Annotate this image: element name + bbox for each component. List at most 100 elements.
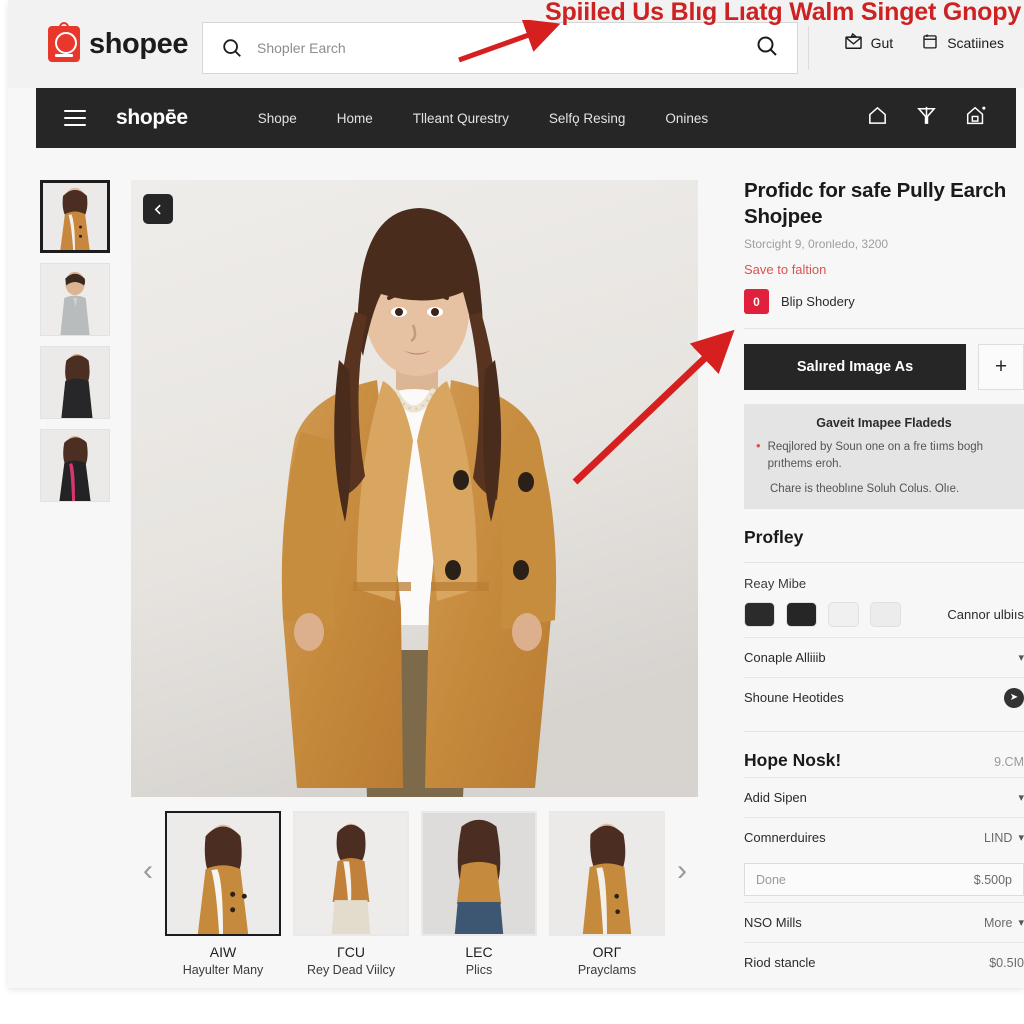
carousel-item[interactable]: AIW Hayulter Many (165, 811, 281, 977)
quantity-amount: $.500p (973, 872, 1012, 887)
color-swatch[interactable] (828, 602, 859, 628)
nav-link-home[interactable]: Home (337, 111, 373, 126)
carousel-items: AIW Hayulter Many ΓCU Rey Dead Viilcy LE… (165, 811, 665, 977)
carousel-item[interactable]: ΓCU Rey Dead Viilcy (293, 811, 409, 977)
carousel-item[interactable]: LEC Plics (421, 811, 537, 977)
search-icon (221, 37, 243, 59)
add-button[interactable]: + (978, 344, 1024, 391)
offer-row-nso-mills[interactable]: NSO Mills More ▾ (744, 902, 1024, 942)
home-icon[interactable] (866, 104, 889, 132)
shopee-logo[interactable]: shopee (48, 22, 189, 62)
hamburger-icon[interactable] (64, 110, 86, 126)
divider (744, 328, 1024, 330)
image-details-infobox: Gaveit Imapee Fladeds • Reqjlored by Sou… (744, 404, 1024, 510)
offer-row-riod-stancle[interactable]: Riod stancle $0.5I0 (744, 942, 1024, 982)
chevron-down-icon: ▾ (1018, 792, 1024, 805)
cart-house-icon[interactable] (964, 104, 988, 133)
color-option-label: Reay Mibe (744, 576, 807, 592)
offer-row-label: Comnerduires (744, 830, 826, 846)
clipboard-icon (921, 32, 939, 54)
offer-row-value: More (983, 915, 1013, 930)
nav-link-qurestry[interactable]: Tlleant Qurestry (413, 111, 509, 126)
offer-heading-value: 9.CM (994, 755, 1024, 770)
annotation-arrow-top (458, 20, 561, 63)
carousel-item-title: ΓCU (337, 944, 365, 960)
shopee-bag-icon (48, 22, 80, 62)
page-content: ‹ AIW Hayulter Many ΓCU Rey Dead Viilcy … (8, 148, 1024, 988)
carousel-next-button[interactable]: › (665, 811, 699, 931)
swatch-note: Cannor ulbiıs (947, 607, 1024, 623)
option-row-label: Conaple Alliiib (744, 650, 826, 666)
product-title: Profidc for safe Pully Earch Shojpee (744, 179, 1007, 229)
product-details-panel: Profidc for safe Pully Earch Shojpee Sto… (736, 162, 1024, 988)
save-to-collection-link[interactable]: Save to faltion (744, 262, 1024, 277)
infobox-note: Chare is theoblıne Soluh Colus. Olıe. (770, 483, 960, 496)
gallery-thumbnail[interactable] (40, 263, 110, 336)
carousel-item-title: LEC (465, 944, 493, 960)
nav-logo[interactable]: shopēe (116, 106, 188, 130)
chevron-down-icon: ▾ (1018, 917, 1024, 930)
offer-row-label: Riod stancle (744, 955, 816, 971)
carousel-item-subtitle: Plics (465, 963, 493, 977)
header-action-mail-label: Gut (870, 35, 894, 51)
header-action-mail[interactable]: Gut (844, 32, 894, 54)
option-row-shoune[interactable]: Shoune Heotides ➤ (744, 677, 1024, 717)
carousel-item[interactable]: ORΓ Prayclams (549, 811, 665, 977)
carousel-item-title: ORΓ (592, 944, 622, 960)
status-badge-label: Blip Shodery (781, 294, 855, 310)
divider (744, 562, 1024, 564)
nav-links: Shope Home Tlleant Qurestry Selfǫ Resing… (258, 111, 708, 126)
carousel-thumbnail (293, 811, 409, 936)
nav-link-shope[interactable]: Shope (258, 111, 297, 126)
offer-row-adid-sipen[interactable]: Adid Sipen ▾ (744, 777, 1024, 817)
carousel-item-subtitle: Rey Dead Viilcy (306, 963, 395, 977)
offer-row-value: LIND (983, 830, 1013, 845)
color-swatch-group: Cannor ulbiıs (744, 602, 1024, 628)
offer-row-label: Adid Sipen (744, 790, 807, 806)
offer-row-value: $0.5I0 (989, 955, 1024, 970)
save-image-as-button[interactable]: Salıred Image As (744, 344, 966, 391)
divider (744, 731, 1024, 733)
quantity-input-box[interactable]: Done $.500p (744, 863, 1024, 897)
offer-section-header: Hope Nosk! 9.CM (744, 750, 1024, 771)
annotation-text: Spiiled Us Blıg Lıatg Walm Singet Gnopy (545, 0, 1022, 26)
header-action-notes[interactable]: Scatiines (921, 32, 1004, 54)
header-actions: Gut Scatiines (844, 32, 1004, 54)
circle-arrow-icon[interactable]: ➤ (1004, 687, 1024, 708)
color-swatch[interactable] (786, 602, 817, 628)
gallery-thumbnail[interactable] (40, 180, 110, 253)
gallery-thumbnail[interactable] (40, 429, 110, 502)
chevron-down-icon: ▾ (1018, 832, 1024, 845)
color-swatch[interactable] (870, 602, 901, 628)
gallery-prev-button[interactable] (143, 194, 173, 224)
nav-link-resing[interactable]: Selfǫ Resing (549, 111, 626, 126)
product-subtitle: Storcight 9, 0ronledo, 3200 (744, 237, 889, 252)
product-badge-row: 0 Blip Shodery (744, 289, 1024, 315)
funnel-icon[interactable] (915, 104, 938, 132)
color-swatch[interactable] (744, 602, 775, 628)
offer-heading: Hope Nosk! (744, 750, 842, 771)
page-root: shopee Shopler Earch Gut Scatiines shopē… (0, 0, 1024, 1024)
nav-link-onines[interactable]: Onines (665, 111, 708, 126)
chevron-down-icon: ▾ (1018, 652, 1024, 665)
quantity-placeholder: Done (756, 872, 786, 887)
related-products-carousel: ‹ AIW Hayulter Many ΓCU Rey Dead Viilcy … (131, 811, 699, 977)
option-row-conaple[interactable]: Conaple Alliiib ▾ (744, 637, 1024, 677)
carousel-prev-button[interactable]: ‹ (131, 811, 165, 931)
carousel-thumbnail (165, 811, 281, 936)
cta-row: Salıred Image As + (744, 344, 1024, 391)
carousel-thumbnail (421, 811, 537, 936)
mail-icon (844, 32, 863, 54)
header-action-notes-label: Scatiines (947, 35, 1004, 51)
carousel-item-subtitle: Hayulter Many (182, 963, 264, 977)
offer-row-comnerduires[interactable]: Comnerduires LIND ▾ (744, 817, 1024, 857)
carousel-item-subtitle: Prayclams (577, 963, 637, 977)
option-row-label: Shoune Heotides (744, 690, 844, 706)
gallery-thumbnail[interactable] (40, 346, 110, 419)
infobox-title: Gaveit Imapee Fladeds (816, 416, 952, 431)
offer-row-value-group: LIND ▾ (984, 831, 1024, 845)
gallery-thumbnail-column (40, 180, 110, 502)
infobox-bullet-text: Reqjlored by Soun one on a fre tiıms bog… (767, 441, 984, 470)
nav-icon-group (866, 104, 988, 133)
search-submit-icon[interactable] (755, 34, 779, 63)
